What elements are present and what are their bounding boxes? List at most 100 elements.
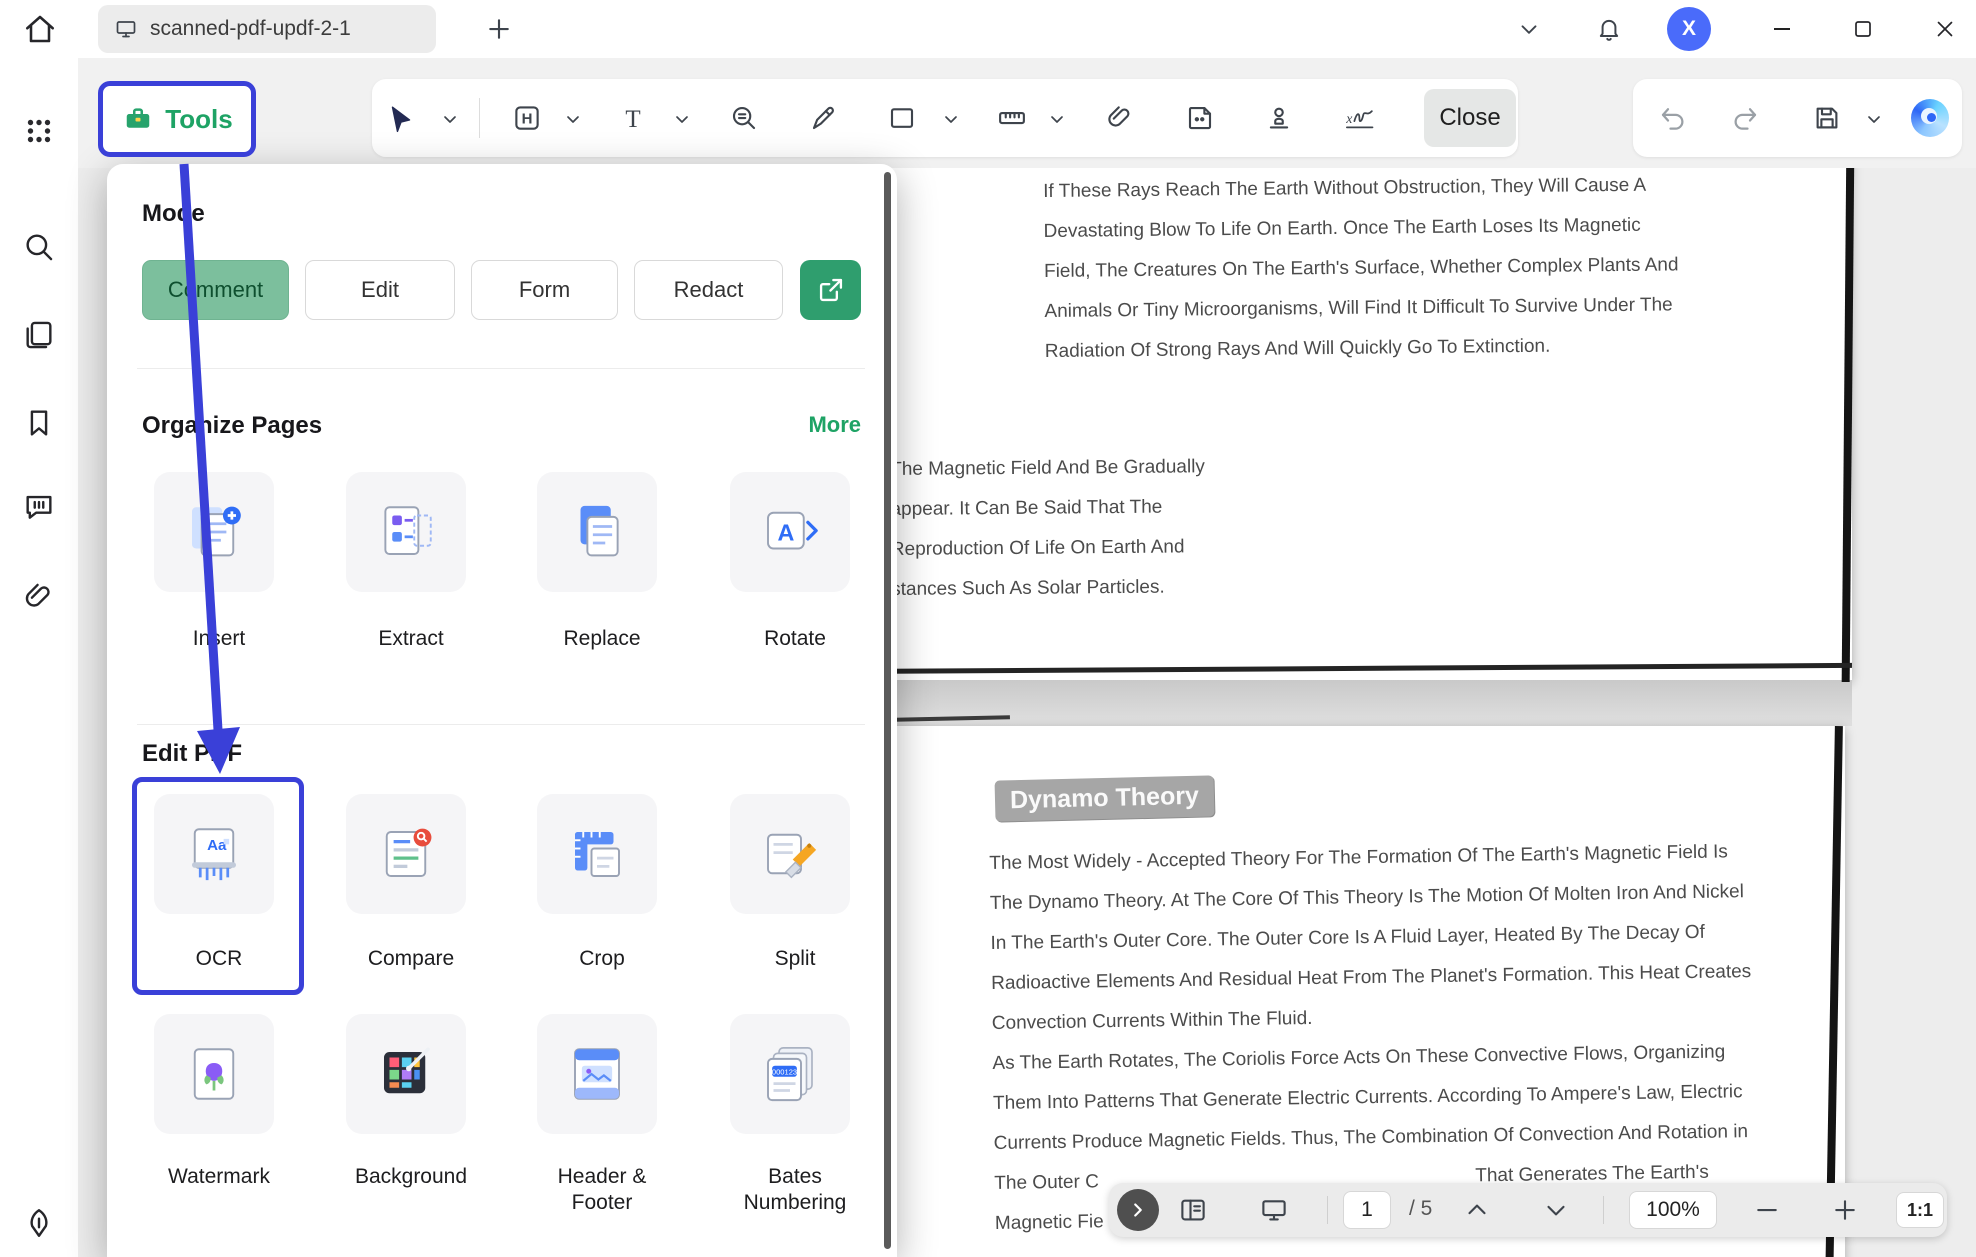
svg-text:T: T	[625, 106, 640, 133]
select-tool-button[interactable]	[384, 103, 418, 137]
apps-grid-icon[interactable]	[22, 114, 56, 148]
page-total-label: / 5	[1409, 1197, 1432, 1221]
previous-page-icon[interactable]	[1462, 1195, 1492, 1225]
zoom-in-icon[interactable]	[1830, 1195, 1860, 1225]
tile-label: Rotate	[715, 626, 875, 652]
mode-form-button[interactable]: Form	[471, 260, 618, 320]
chevron-down-icon[interactable]	[565, 112, 581, 124]
tile-label: Background	[331, 1164, 491, 1190]
tile-compare[interactable]	[346, 794, 466, 914]
notifications-bell-icon[interactable]	[1589, 0, 1629, 58]
comments-icon[interactable]	[22, 490, 56, 524]
chevron-down-icon[interactable]	[674, 112, 690, 124]
insert-icon	[181, 499, 247, 565]
mode-comment-button[interactable]: Comment	[142, 260, 289, 320]
actual-size-button[interactable]: 1:1	[1896, 1192, 1944, 1228]
pen-tool-button[interactable]	[809, 103, 839, 133]
statusbar-divider	[1603, 1196, 1604, 1224]
tile-label: Crop	[522, 946, 682, 972]
svg-text:x: x	[1345, 111, 1352, 126]
pen-logo-icon[interactable]	[22, 1206, 56, 1240]
search-icon[interactable]	[22, 230, 56, 264]
tools-button[interactable]: Tools	[98, 81, 256, 157]
page-thumbnails-icon[interactable]	[1178, 1195, 1208, 1225]
tile-split[interactable]	[730, 794, 850, 914]
shape-tool-button[interactable]	[887, 103, 917, 133]
avatar[interactable]: X	[1667, 7, 1711, 51]
tabs-dropdown-icon[interactable]	[1509, 0, 1549, 58]
zoom-level[interactable]: 100%	[1629, 1191, 1717, 1229]
highlight-tool-button[interactable]: H	[512, 103, 542, 133]
tile-crop[interactable]	[537, 794, 657, 914]
chevron-down-icon[interactable]	[1866, 112, 1882, 124]
tile-label: Bates Numbering	[725, 1164, 865, 1216]
tile-extract[interactable]	[346, 472, 466, 592]
close-button[interactable]: Close	[1424, 89, 1516, 147]
tile-insert[interactable]	[154, 472, 274, 592]
maximize-button[interactable]	[1843, 0, 1883, 58]
history-toolbar	[1633, 79, 1962, 157]
statusbar-divider	[1327, 1196, 1328, 1224]
header-footer-icon	[564, 1041, 630, 1107]
sticker-tool-button[interactable]	[1185, 103, 1215, 133]
background-icon	[373, 1041, 439, 1107]
compare-icon	[373, 821, 439, 887]
page1-paragraph: If These Rays Reach The Earth Without Ob…	[1043, 165, 1680, 372]
close-window-button[interactable]	[1925, 0, 1965, 58]
attachment-tool-button[interactable]	[1105, 103, 1135, 133]
tile-header-footer[interactable]	[537, 1014, 657, 1134]
undo-icon[interactable]	[1658, 103, 1688, 133]
toolbar-divider	[479, 98, 480, 138]
tile-label: Compare	[331, 946, 491, 972]
tile-replace[interactable]	[537, 472, 657, 592]
bookmark-icon[interactable]	[22, 406, 56, 440]
toolbox-icon	[121, 104, 155, 134]
chevron-down-icon[interactable]	[1049, 112, 1065, 124]
extract-icon	[373, 499, 439, 565]
doc-line: Animals Or Tiny Microorganisms, Will Fin…	[1044, 285, 1679, 332]
measure-tool-button[interactable]	[995, 103, 1029, 133]
page-number-input[interactable]	[1343, 1191, 1391, 1229]
replace-icon	[564, 499, 630, 565]
open-in-new-window-button[interactable]	[800, 260, 861, 320]
svg-text:H: H	[522, 111, 533, 128]
main-toolbar: H T	[372, 79, 1518, 157]
new-tab-button[interactable]	[484, 14, 514, 44]
doc-line: The Magnetic Field And Be Gradually	[890, 447, 1205, 490]
next-page-icon[interactable]	[1541, 1195, 1571, 1225]
search-text-tool-button[interactable]	[729, 103, 759, 133]
crop-icon	[564, 821, 630, 887]
minimize-button[interactable]	[1762, 0, 1802, 58]
doc-line: Field, The Creatures On The Earth's Surf…	[1044, 245, 1679, 292]
tools-button-label: Tools	[165, 104, 232, 135]
page2-heading-label: Dynamo Theory	[995, 775, 1215, 821]
doc-line: Devastating Blow To Life On Earth. Once …	[1043, 205, 1678, 252]
redo-icon[interactable]	[1730, 103, 1760, 133]
chevron-down-icon[interactable]	[442, 112, 458, 124]
text-tool-button[interactable]: T	[618, 103, 648, 133]
ai-assistant-icon[interactable]	[1911, 99, 1949, 137]
toolbar-strip: H T	[78, 58, 1976, 168]
tile-bates-numbering[interactable]: 000123	[730, 1014, 850, 1134]
panel-scrollbar[interactable]	[884, 172, 891, 1249]
expand-panel-button[interactable]	[1117, 1189, 1159, 1231]
tile-rotate[interactable]: A	[730, 472, 850, 592]
title-bar: scanned-pdf-updf-2-1 X	[0, 0, 1976, 58]
doc-line: If These Rays Reach The Earth Without Ob…	[1043, 165, 1678, 212]
screen-view-icon[interactable]	[1259, 1195, 1289, 1225]
mode-edit-button[interactable]: Edit	[305, 260, 455, 320]
chevron-down-icon[interactable]	[943, 112, 959, 124]
signature-tool-button[interactable]: x	[1343, 103, 1377, 133]
zoom-out-icon[interactable]	[1752, 1195, 1782, 1225]
save-icon[interactable]	[1812, 103, 1842, 133]
document-tab[interactable]: scanned-pdf-updf-2-1	[98, 5, 436, 53]
attachments-icon[interactable]	[22, 580, 56, 614]
tile-watermark[interactable]	[154, 1014, 274, 1134]
tile-label: Replace	[522, 626, 682, 652]
stamp-tool-button[interactable]	[1264, 103, 1294, 133]
mode-redact-button[interactable]: Redact	[634, 260, 783, 320]
organize-more-link[interactable]: More	[808, 412, 861, 438]
home-icon[interactable]	[22, 11, 58, 47]
pages-icon[interactable]	[22, 318, 56, 352]
tile-background[interactable]	[346, 1014, 466, 1134]
